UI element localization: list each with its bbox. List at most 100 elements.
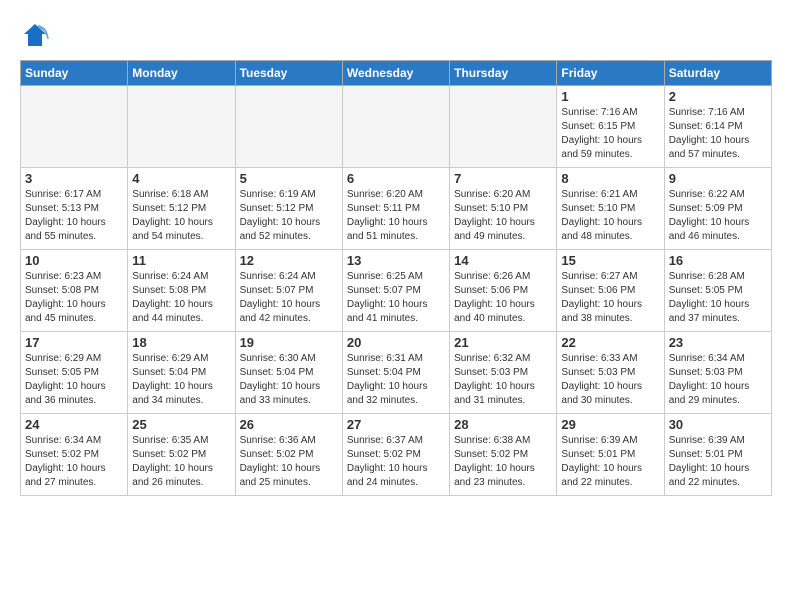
- day-info: Sunrise: 6:21 AM Sunset: 5:10 PM Dayligh…: [561, 188, 659, 244]
- day-number: 29: [561, 417, 659, 432]
- day-info: Sunrise: 6:29 AM Sunset: 5:05 PM Dayligh…: [25, 352, 123, 408]
- day-info: Sunrise: 6:33 AM Sunset: 5:03 PM Dayligh…: [561, 352, 659, 408]
- day-info: Sunrise: 6:20 AM Sunset: 5:10 PM Dayligh…: [454, 188, 552, 244]
- day-info: Sunrise: 6:39 AM Sunset: 5:01 PM Dayligh…: [561, 434, 659, 490]
- day-info: Sunrise: 6:30 AM Sunset: 5:04 PM Dayligh…: [240, 352, 338, 408]
- calendar-cell: 1 Sunrise: 7:16 AM Sunset: 6:15 PM Daylig…: [557, 86, 664, 168]
- day-number: 1: [561, 89, 659, 104]
- calendar-cell: 24Sunrise: 6:34 AM Sunset: 5:02 PM Dayli…: [21, 414, 128, 496]
- day-info: Sunrise: 6:17 AM Sunset: 5:13 PM Dayligh…: [25, 188, 123, 244]
- day-number: 7: [454, 171, 552, 186]
- calendar-cell: 19 Sunrise: 6:30 AM Sunset: 5:04 PM Dayli…: [235, 332, 342, 414]
- day-info: Sunrise: 6:22 AM Sunset: 5:09 PM Dayligh…: [669, 188, 767, 244]
- calendar-table: Sunday Monday Tuesday Wednesday Thursday…: [20, 60, 772, 496]
- calendar-cell: 10 Sunrise: 6:23 AM Sunset: 5:08 PM Dayli…: [21, 250, 128, 332]
- day-info: Sunrise: 6:19 AM Sunset: 5:12 PM Dayligh…: [240, 188, 338, 244]
- calendar-cell: 2 Sunrise: 7:16 AM Sunset: 6:14 PM Daylig…: [664, 86, 771, 168]
- day-number: 9: [669, 171, 767, 186]
- day-info: Sunrise: 7:16 AM Sunset: 6:15 PM Dayligh…: [561, 106, 659, 162]
- day-number: 2: [669, 89, 767, 104]
- calendar-cell: 9 Sunrise: 6:22 AM Sunset: 5:09 PM Daylig…: [664, 168, 771, 250]
- day-info: Sunrise: 6:28 AM Sunset: 5:05 PM Dayligh…: [669, 270, 767, 326]
- day-info: Sunrise: 6:18 AM Sunset: 5:12 PM Dayligh…: [132, 188, 230, 244]
- calendar-header: Sunday Monday Tuesday Wednesday Thursday…: [21, 61, 772, 86]
- day-number: 3: [25, 171, 123, 186]
- day-info: Sunrise: 6:24 AM Sunset: 5:07 PM Dayligh…: [240, 270, 338, 326]
- calendar-cell: 14Sunrise: 6:26 AM Sunset: 5:06 PM Dayli…: [450, 250, 557, 332]
- day-number: 30: [669, 417, 767, 432]
- day-info: Sunrise: 6:20 AM Sunset: 5:11 PM Dayligh…: [347, 188, 445, 244]
- calendar-cell: 8 Sunrise: 6:21 AM Sunset: 5:10 PM Daylig…: [557, 168, 664, 250]
- calendar-cell: 12 Sunrise: 6:24 AM Sunset: 5:07 PM Dayli…: [235, 250, 342, 332]
- day-info: Sunrise: 6:38 AM Sunset: 5:02 PM Dayligh…: [454, 434, 552, 490]
- calendar-cell: 17 Sunrise: 6:29 AM Sunset: 5:05 PM Dayli…: [21, 332, 128, 414]
- page: Sunday Monday Tuesday Wednesday Thursday…: [0, 0, 792, 612]
- col-wednesday: Wednesday: [342, 61, 449, 86]
- day-info: Sunrise: 6:34 AM Sunset: 5:03 PM Dayligh…: [669, 352, 767, 408]
- calendar-week-0: 1 Sunrise: 7:16 AM Sunset: 6:15 PM Daylig…: [21, 86, 772, 168]
- day-number: 15: [561, 253, 659, 268]
- day-number: 13: [347, 253, 445, 268]
- day-info: Sunrise: 6:23 AM Sunset: 5:08 PM Dayligh…: [25, 270, 123, 326]
- day-info: Sunrise: 6:35 AM Sunset: 5:02 PM Dayligh…: [132, 434, 230, 490]
- day-number: 23: [669, 335, 767, 350]
- day-number: 25: [132, 417, 230, 432]
- calendar-cell: 18 Sunrise: 6:29 AM Sunset: 5:04 PM Dayli…: [128, 332, 235, 414]
- calendar-cell: 23 Sunrise: 6:34 AM Sunset: 5:03 PM Dayli…: [664, 332, 771, 414]
- day-number: 27: [347, 417, 445, 432]
- col-sunday: Sunday: [21, 61, 128, 86]
- calendar-week-1: 3 Sunrise: 6:17 AM Sunset: 5:13 PM Daylig…: [21, 168, 772, 250]
- calendar-cell: 25 Sunrise: 6:35 AM Sunset: 5:02 PM Dayli…: [128, 414, 235, 496]
- day-number: 19: [240, 335, 338, 350]
- day-info: Sunrise: 6:34 AM Sunset: 5:02 PM Dayligh…: [25, 434, 123, 490]
- col-friday: Friday: [557, 61, 664, 86]
- header: [20, 20, 772, 50]
- day-info: Sunrise: 6:25 AM Sunset: 5:07 PM Dayligh…: [347, 270, 445, 326]
- calendar-cell: 15 Sunrise: 6:27 AM Sunset: 5:06 PM Dayli…: [557, 250, 664, 332]
- day-number: 18: [132, 335, 230, 350]
- day-info: Sunrise: 6:27 AM Sunset: 5:06 PM Dayligh…: [561, 270, 659, 326]
- calendar-cell: 29 Sunrise: 6:39 AM Sunset: 5:01 PM Dayli…: [557, 414, 664, 496]
- day-number: 11: [132, 253, 230, 268]
- calendar-cell: 5 Sunrise: 6:19 AM Sunset: 5:12 PM Daylig…: [235, 168, 342, 250]
- day-number: 10: [25, 253, 123, 268]
- day-number: 16: [669, 253, 767, 268]
- calendar-cell: [235, 86, 342, 168]
- day-number: 4: [132, 171, 230, 186]
- day-number: 8: [561, 171, 659, 186]
- day-number: 17: [25, 335, 123, 350]
- day-info: Sunrise: 7:16 AM Sunset: 6:14 PM Dayligh…: [669, 106, 767, 162]
- calendar-cell: 27 Sunrise: 6:37 AM Sunset: 5:02 PM Dayli…: [342, 414, 449, 496]
- day-info: Sunrise: 6:31 AM Sunset: 5:04 PM Dayligh…: [347, 352, 445, 408]
- calendar-cell: 20 Sunrise: 6:31 AM Sunset: 5:04 PM Dayli…: [342, 332, 449, 414]
- calendar-cell: [450, 86, 557, 168]
- day-number: 26: [240, 417, 338, 432]
- day-number: 20: [347, 335, 445, 350]
- day-info: Sunrise: 6:37 AM Sunset: 5:02 PM Dayligh…: [347, 434, 445, 490]
- day-info: Sunrise: 6:29 AM Sunset: 5:04 PM Dayligh…: [132, 352, 230, 408]
- calendar-cell: 4 Sunrise: 6:18 AM Sunset: 5:12 PM Daylig…: [128, 168, 235, 250]
- day-info: Sunrise: 6:39 AM Sunset: 5:01 PM Dayligh…: [669, 434, 767, 490]
- calendar-cell: 16 Sunrise: 6:28 AM Sunset: 5:05 PM Dayli…: [664, 250, 771, 332]
- calendar-cell: [21, 86, 128, 168]
- calendar-body: 1 Sunrise: 7:16 AM Sunset: 6:15 PM Daylig…: [21, 86, 772, 496]
- calendar-cell: [128, 86, 235, 168]
- col-saturday: Saturday: [664, 61, 771, 86]
- day-info: Sunrise: 6:36 AM Sunset: 5:02 PM Dayligh…: [240, 434, 338, 490]
- calendar-week-2: 10 Sunrise: 6:23 AM Sunset: 5:08 PM Dayli…: [21, 250, 772, 332]
- col-thursday: Thursday: [450, 61, 557, 86]
- day-number: 21: [454, 335, 552, 350]
- day-number: 22: [561, 335, 659, 350]
- calendar-cell: 3 Sunrise: 6:17 AM Sunset: 5:13 PM Daylig…: [21, 168, 128, 250]
- calendar-week-4: 24Sunrise: 6:34 AM Sunset: 5:02 PM Dayli…: [21, 414, 772, 496]
- calendar-cell: 6Sunrise: 6:20 AM Sunset: 5:11 PM Daylig…: [342, 168, 449, 250]
- logo: [20, 20, 56, 50]
- day-info: Sunrise: 6:24 AM Sunset: 5:08 PM Dayligh…: [132, 270, 230, 326]
- calendar-cell: 28Sunrise: 6:38 AM Sunset: 5:02 PM Dayli…: [450, 414, 557, 496]
- day-number: 14: [454, 253, 552, 268]
- calendar-cell: 22 Sunrise: 6:33 AM Sunset: 5:03 PM Dayli…: [557, 332, 664, 414]
- col-tuesday: Tuesday: [235, 61, 342, 86]
- day-number: 5: [240, 171, 338, 186]
- day-number: 12: [240, 253, 338, 268]
- calendar-cell: [342, 86, 449, 168]
